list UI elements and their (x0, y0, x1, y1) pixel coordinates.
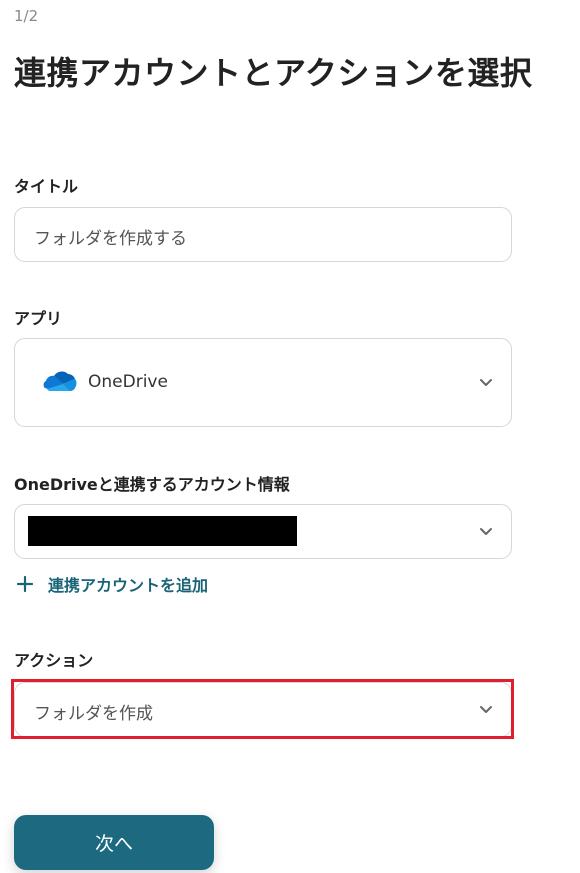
app-select-value: OneDrive (88, 372, 168, 392)
chevron-down-icon (480, 378, 492, 386)
onedrive-cloud-icon (43, 371, 77, 391)
page-title: 連携アカウントとアクションを選択 (14, 54, 533, 92)
redacted-account-value (28, 516, 297, 546)
plus-icon (16, 575, 34, 593)
action-label: アクション (14, 651, 94, 670)
step-indicator: 1/2 (14, 7, 39, 25)
account-select[interactable] (14, 504, 512, 559)
app-select[interactable]: OneDrive (14, 338, 512, 427)
title-input[interactable]: フォルダを作成する (14, 207, 512, 262)
highlight-box (11, 679, 514, 739)
add-account-label: 連携アカウントを追加 (48, 576, 209, 595)
next-button[interactable]: 次へ (14, 815, 214, 870)
app-label: アプリ (14, 309, 63, 328)
chevron-down-icon (480, 527, 492, 535)
title-input-value: フォルダを作成する (34, 229, 187, 249)
add-account-link[interactable]: 連携アカウントを追加 (16, 572, 208, 596)
title-label: タイトル (14, 177, 79, 196)
account-label: OneDriveと連携するアカウント情報 (14, 475, 290, 494)
